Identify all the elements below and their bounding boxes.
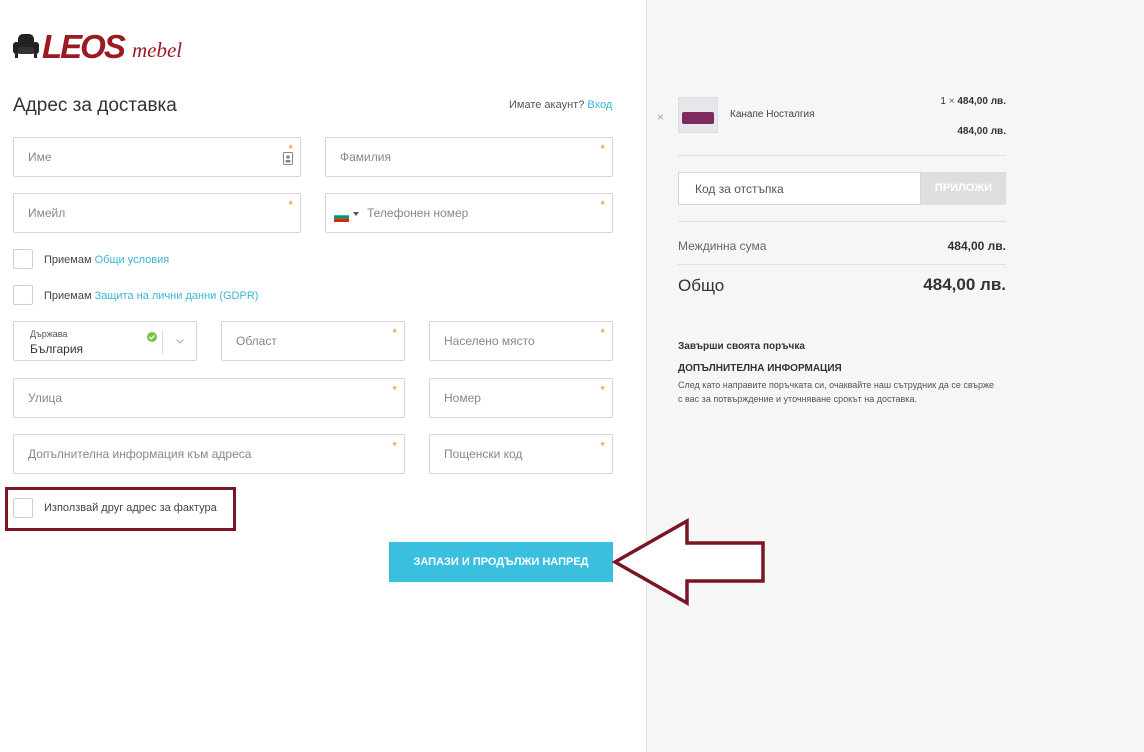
required-mark: * bbox=[600, 198, 605, 212]
gdpr-prefix: Приемам bbox=[44, 290, 92, 302]
subtotal-value: 484,00 лв. bbox=[947, 239, 1006, 253]
finish-order-heading: Завърши своята поръчка bbox=[678, 341, 805, 352]
invoice-address-checkbox[interactable] bbox=[13, 498, 33, 518]
logo-sub-text: mebel bbox=[132, 38, 183, 62]
postal-placeholder: Пощенски код bbox=[444, 447, 523, 461]
city-field[interactable]: Населено място * bbox=[429, 321, 613, 361]
required-mark: * bbox=[600, 439, 605, 453]
chevron-down-icon bbox=[176, 339, 184, 344]
required-mark: * bbox=[392, 326, 397, 340]
required-mark: * bbox=[600, 326, 605, 340]
account-question: Имате акаунт? bbox=[509, 99, 585, 111]
sofa-image bbox=[682, 112, 714, 124]
caret-down-icon bbox=[353, 212, 359, 216]
first-name-field[interactable]: Име * bbox=[13, 137, 301, 177]
armchair-icon bbox=[13, 34, 39, 58]
site-logo[interactable]: LEOS mebel bbox=[12, 28, 212, 68]
terms-checkbox[interactable] bbox=[13, 249, 33, 269]
divider bbox=[678, 155, 1006, 156]
last-name-field[interactable]: Фамилия * bbox=[325, 137, 613, 177]
region-placeholder: Област bbox=[236, 334, 277, 348]
phone-placeholder: Телефонен номер bbox=[367, 206, 469, 220]
coupon-placeholder: Код за отстъпка bbox=[695, 181, 784, 196]
email-field[interactable]: Имейл * bbox=[13, 193, 301, 233]
page-title: Адрес за доставка bbox=[13, 95, 177, 116]
phone-field[interactable]: Телефонен номер * bbox=[325, 193, 613, 233]
country-value: България bbox=[30, 342, 84, 356]
bulgaria-flag-icon bbox=[333, 211, 350, 222]
address-info-placeholder: Допълнителна информация към адреса bbox=[28, 447, 252, 461]
gdpr-checkbox[interactable] bbox=[13, 285, 33, 305]
product-unit-price: 484,00 лв. bbox=[957, 96, 1006, 107]
invoice-address-label: Използвай друг адрес за фактура bbox=[44, 502, 217, 514]
times-sign: × bbox=[948, 96, 955, 107]
product-qty-price: 1 × 484,00 лв. bbox=[912, 96, 1006, 107]
product-name[interactable]: Канапе Носталгия bbox=[730, 109, 815, 120]
last-name-placeholder: Фамилия bbox=[340, 150, 391, 164]
coupon-input[interactable]: Код за отстъпка bbox=[678, 172, 921, 205]
total-value: 484,00 лв. bbox=[923, 275, 1006, 294]
apply-coupon-button[interactable]: ПРИЛОЖИ bbox=[921, 172, 1006, 205]
product-thumbnail[interactable] bbox=[678, 97, 718, 133]
contact-card-icon bbox=[283, 152, 293, 165]
postal-code-field[interactable]: Пощенски код * bbox=[429, 434, 613, 474]
login-link[interactable]: Вход bbox=[587, 99, 612, 111]
gdpr-link[interactable]: Защита на лични данни (GDPR) bbox=[95, 290, 259, 302]
country-flag-selector[interactable] bbox=[333, 209, 360, 222]
terms-link[interactable]: Общи условия bbox=[95, 254, 170, 266]
divider bbox=[678, 264, 1006, 265]
required-mark: * bbox=[600, 383, 605, 397]
country-select[interactable]: Държава България bbox=[13, 321, 197, 361]
terms-prefix: Приемам bbox=[44, 254, 92, 266]
address-info-field[interactable]: Допълнителна информация към адреса * bbox=[13, 434, 405, 474]
email-placeholder: Имейл bbox=[28, 206, 66, 220]
extra-info-title: ДОПЪЛНИТЕЛНА ИНФОРМАЦИЯ bbox=[678, 363, 842, 374]
subtotal-label: Междинна сума bbox=[678, 239, 767, 253]
select-divider bbox=[162, 330, 163, 354]
region-field[interactable]: Област * bbox=[221, 321, 405, 361]
annotation-arrow-icon bbox=[612, 518, 765, 606]
terms-label: Приемам Общи условия bbox=[44, 254, 169, 266]
required-mark: * bbox=[392, 439, 397, 453]
logo-main-text: LEOS bbox=[42, 28, 126, 65]
required-mark: * bbox=[288, 198, 293, 212]
checkout-page: LEOS mebel Адрес за доставка Имате акаун… bbox=[0, 0, 1144, 752]
product-line-total: 484,00 лв. bbox=[957, 126, 1006, 137]
total-label: Общо bbox=[678, 276, 725, 295]
number-field[interactable]: Номер * bbox=[429, 378, 613, 418]
extra-info-text: След като направите поръчката си, очаква… bbox=[678, 380, 994, 404]
country-label: Държава bbox=[30, 329, 68, 339]
required-mark: * bbox=[600, 142, 605, 156]
required-mark: * bbox=[392, 383, 397, 397]
street-placeholder: Улица bbox=[28, 391, 63, 405]
account-prompt: Имате акаунт? Вход bbox=[509, 99, 612, 111]
save-continue-button[interactable]: ЗАПАЗИ И ПРОДЪЛЖИ НАПРЕД bbox=[389, 542, 613, 582]
remove-item-icon[interactable]: × bbox=[657, 110, 664, 124]
number-placeholder: Номер bbox=[444, 391, 481, 405]
first-name-placeholder: Име bbox=[28, 150, 52, 164]
divider bbox=[678, 221, 1006, 222]
city-placeholder: Населено място bbox=[444, 334, 535, 348]
gdpr-label: Приемам Защита на лични данни (GDPR) bbox=[44, 290, 258, 302]
product-quantity: 1 bbox=[940, 96, 946, 107]
street-field[interactable]: Улица * bbox=[13, 378, 405, 418]
check-circle-icon bbox=[147, 332, 157, 342]
order-summary-panel bbox=[646, 0, 1144, 752]
